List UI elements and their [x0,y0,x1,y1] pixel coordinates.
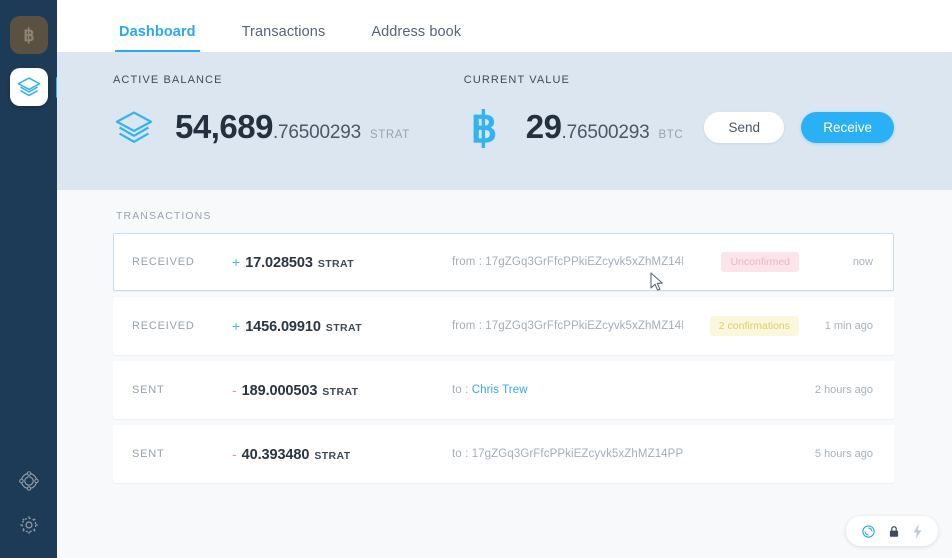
stratis-layers-icon [115,111,153,143]
tx-counterparty-address: 17gZGq3GrFfcPPkiEZcyvk5xZhMZ14PPNg [485,320,683,332]
status-badge: 2 confirmations [709,316,799,336]
tx-type: SENT [132,384,165,396]
sidebar-item-stratis-wallet[interactable] [9,68,59,106]
active-balance-integer: 54,689 [175,108,273,145]
tx-value: 1456.09910 [245,318,321,335]
tx-counterparty: from : 17gZGq3GrFfcPPkiEZcyvk5xZhMZ14PPN… [452,320,683,332]
transactions-section: TRANSACTIONS RECEIVED +17.028503 STRAT from… [57,190,952,558]
status-bar [846,516,938,546]
tx-status-group: 2 confirmations 1 min ago [683,316,873,336]
lock-icon[interactable] [887,524,901,539]
svg-text:฿: ฿ [23,25,34,45]
lightning-icon[interactable] [912,523,923,539]
active-balance-block: ACTIVE BALANCE 54,689 .76500293 STRAT [57,74,410,148]
transactions-heading: TRANSACTIONS [116,210,212,222]
tx-counterparty: from : 17gZGq3GrFfcPPkiEZcyvk5xZhMZ14PPN… [452,256,683,268]
tx-value: 40.393480 [241,446,310,463]
active-balance-icon-wrap [113,106,159,148]
tx-sign: + [232,253,241,270]
current-value-icon-wrap: ฿ [464,106,510,148]
transactions-list: RECEIVED +17.028503 STRAT from : 17gZGq3GrF… [113,233,894,483]
tx-sign: - [232,445,237,462]
tx-value: 17.028503 [245,254,313,271]
tx-sign: - [232,381,237,398]
table-row[interactable]: RECEIVED +1456.09910 STRAT from : 17gZGq3Gr… [113,297,894,355]
tx-status-group: Unconfirmed now [683,252,873,272]
tx-ticker: STRAT [325,321,363,334]
tx-counterparty-label: from : [452,256,486,268]
current-value-block: CURRENT VALUE ฿ 29 .76500293 BTC [410,74,684,148]
wallet-window: ฿ Dashboard Transactions Address book AC… [0,0,952,558]
table-row[interactable]: SENT -189.000503 STRAT to : Chris Trew 2 hou… [113,361,894,419]
bitcoin-icon: ฿ [470,106,497,148]
sidebar-item-settings[interactable] [16,512,42,538]
tx-sign: + [232,317,241,334]
active-balance-decimal: .76500293 [272,122,361,143]
tx-timestamp: 5 hours ago [814,448,873,460]
tx-type: RECEIVED [132,256,195,268]
tx-timestamp: 1 min ago [824,320,873,332]
balance-panel: ACTIVE BALANCE 54,689 .76500293 STRAT CU… [57,52,952,190]
tx-counterparty: to : 17gZGq3GrFfcPPkiEZcyvk5xZhMZ14PPNg [452,448,683,460]
receive-button[interactable]: Receive [801,112,894,143]
svg-text:฿: ฿ [470,106,497,148]
tx-counterparty-label: from : [452,320,486,332]
sync-icon[interactable] [861,524,876,539]
table-row[interactable]: RECEIVED +17.028503 STRAT from : 17gZGq3GrF… [113,233,894,291]
tx-counterparty-address: 17gZGq3GrFfcPPkiEZcyvk5xZhMZ14PPNg [471,448,683,460]
active-balance-label: ACTIVE BALANCE [113,74,223,86]
tx-counterparty-label: to : [452,384,472,396]
tx-ticker: STRAT [314,449,351,462]
sidebar-item-network[interactable] [16,468,42,494]
tx-amount: -40.393480 STRAT [232,446,452,463]
tx-counterparty-link[interactable]: Chris Trew [472,384,528,396]
current-value-decimal: .76500293 [561,122,650,143]
tx-amount: +17.028503 STRAT [232,254,452,271]
table-row[interactable]: SENT -40.393480 STRAT to : 17gZGq3GrFfcPPki… [113,425,894,483]
sidebar-bottom-actions [16,468,42,558]
tx-counterparty: to : Chris Trew [452,384,683,396]
bitcoin-icon: ฿ [23,25,34,45]
current-value-unit: BTC [658,129,684,141]
send-button[interactable]: Send [704,112,785,143]
tx-timestamp: now [852,256,873,268]
tx-amount: +1456.09910 STRAT [232,318,452,335]
tx-type: RECEIVED [132,320,195,332]
wallet-list: ฿ [9,0,59,106]
tab-transactions[interactable]: Transactions [242,24,326,52]
status-badge: Unconfirmed [721,252,799,272]
tx-counterparty-label: to : [452,448,472,460]
tx-counterparty-address: 17gZGq3GrFfcPPkiEZcyvk5xZhMZ14PPNg [485,256,683,268]
top-navigation: Dashboard Transactions Address book [57,0,952,52]
sidebar: ฿ [0,0,59,558]
tx-ticker: STRAT [322,385,359,398]
tx-type: SENT [132,448,165,460]
sidebar-item-bitcoin-wallet[interactable]: ฿ [9,16,48,54]
tx-status-group: 2 hours ago [683,384,873,396]
tx-amount: -189.000503 STRAT [232,382,452,399]
tx-ticker: STRAT [317,257,355,270]
current-value-amount: 29 .76500293 BTC [526,108,684,146]
tx-timestamp: 2 hours ago [814,384,873,396]
tab-address-book[interactable]: Address book [371,24,461,52]
settings-gear-icon [19,516,38,534]
tx-status-group: 5 hours ago [683,448,873,460]
active-balance-unit: STRAT [369,129,410,141]
stratis-layers-icon [17,77,40,97]
current-value-label: CURRENT VALUE [463,74,570,86]
main-area: Dashboard Transactions Address book ACTI… [57,0,952,558]
active-balance-amount: 54,689 .76500293 STRAT [175,108,410,146]
current-value-integer: 29 [525,108,562,145]
balance-actions: Send Receive [704,74,952,143]
network-icon [18,471,39,491]
tab-dashboard[interactable]: Dashboard [115,24,200,52]
tx-value: 189.000503 [241,382,318,399]
